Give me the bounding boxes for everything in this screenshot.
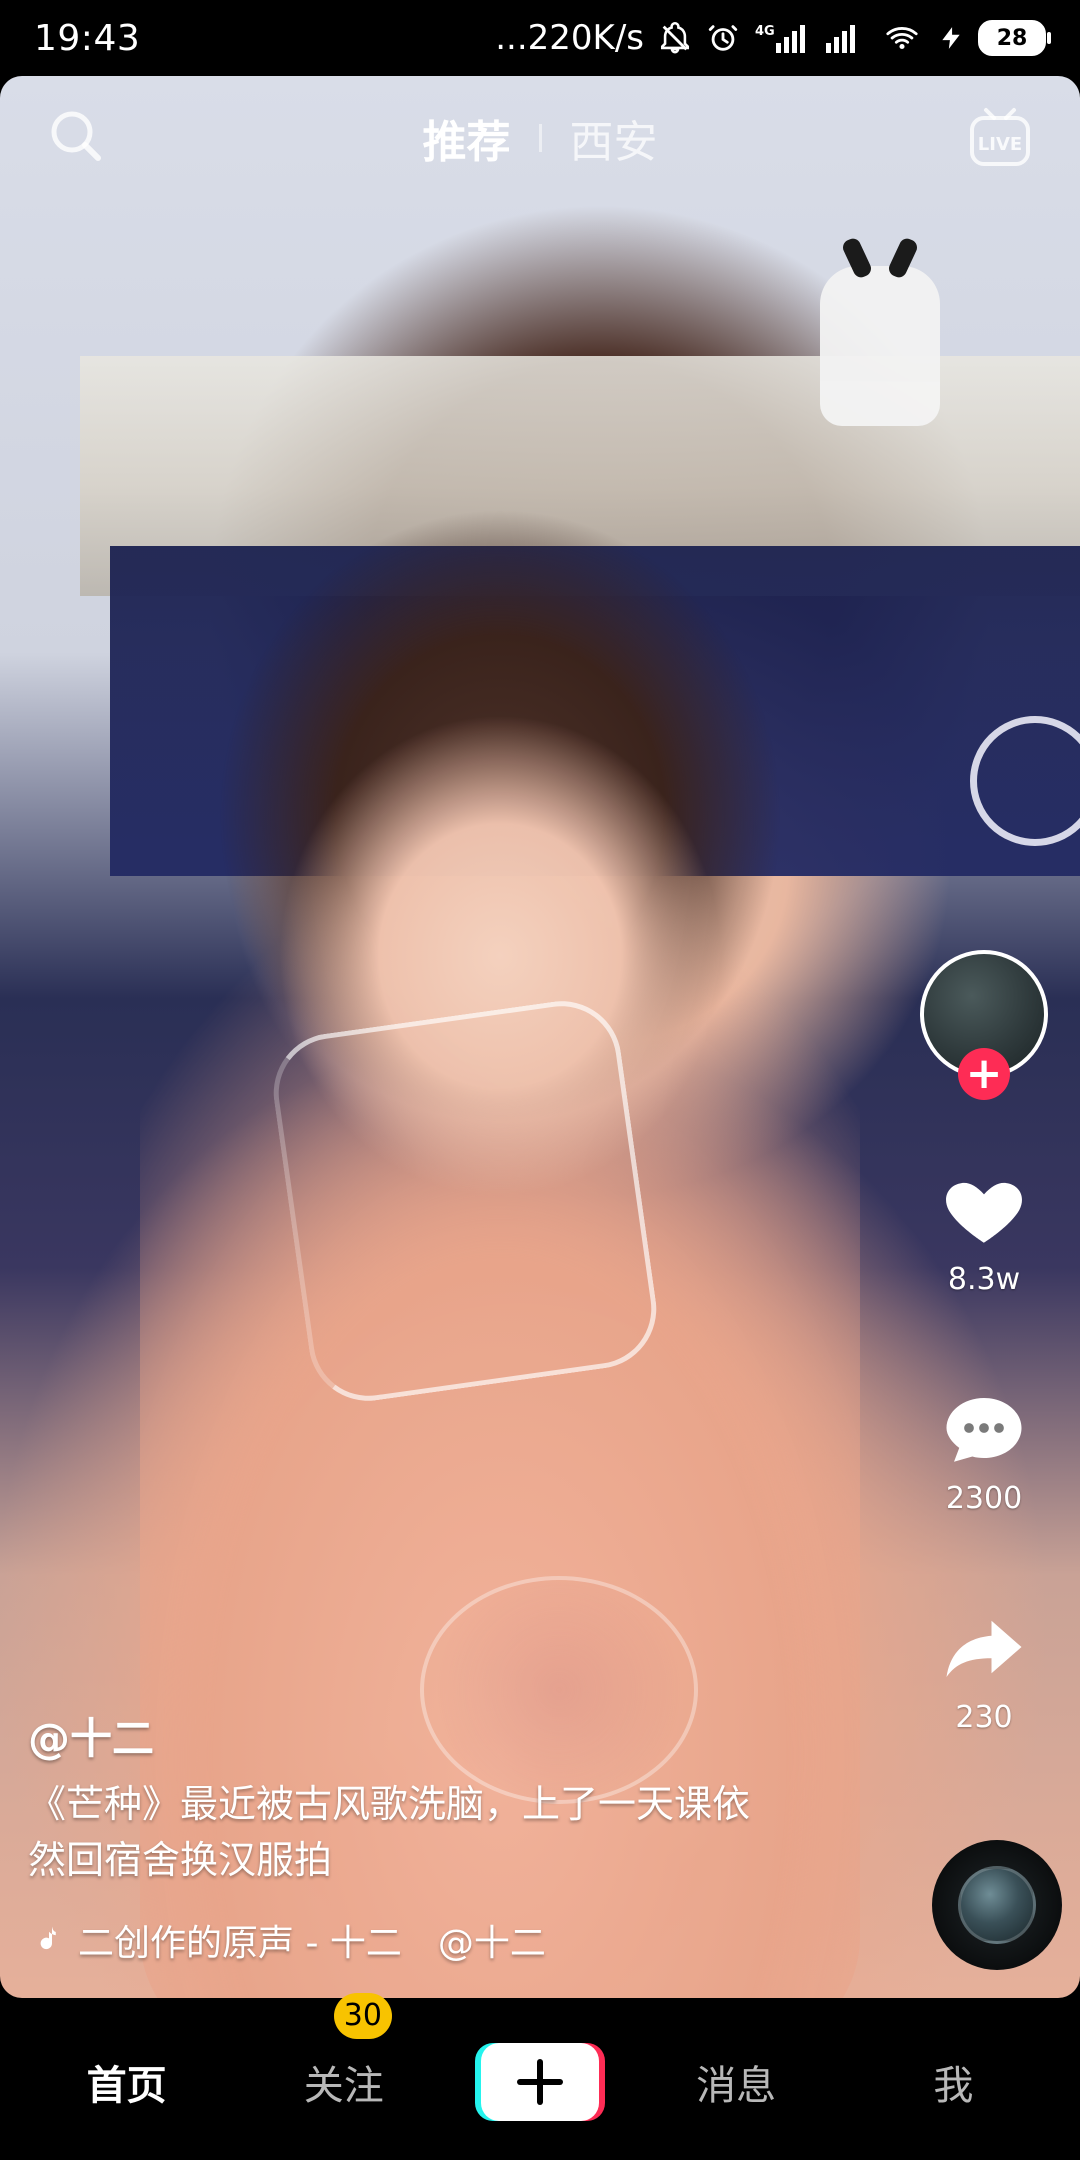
comment-button[interactable]: 2300 <box>934 1383 1034 1516</box>
tab-following-label: 关注 <box>303 2063 384 2109</box>
status-icons: ...220K/s 4G 28 <box>495 18 1051 58</box>
network-speed: ...220K/s <box>495 18 644 58</box>
creator-avatar[interactable]: + <box>920 950 1048 1100</box>
live-icon[interactable]: LIVE <box>964 100 1036 172</box>
video-caption: @十二 《芒种》最近被古风歌洗脑，上了一天课依 然回宿舍换汉服拍 二创作的原声 … <box>28 1705 878 1966</box>
cell-4g-icon: 4G <box>755 24 805 53</box>
comment-icon <box>934 1383 1034 1473</box>
wifi-icon <box>886 27 918 50</box>
action-rail: + 8.3w 2300 230 <box>904 950 1064 1735</box>
like-count: 8.3w <box>947 1262 1021 1297</box>
cell-signal-icon <box>826 25 855 53</box>
tab-recommended[interactable]: 推荐 <box>423 106 511 170</box>
music-title: 二创作的原声 - 十二 @十二 <box>78 1923 546 1964</box>
status-bar: 19:43 ...220K/s 4G 28 <box>0 0 1080 76</box>
comment-count: 2300 <box>945 1481 1023 1516</box>
battery-level: 28 <box>996 25 1028 51</box>
create-button[interactable] <box>480 2043 599 2121</box>
music-row[interactable]: 二创作的原声 - 十二 @十二 <box>28 1914 878 1966</box>
svg-text:4G: 4G <box>755 24 775 39</box>
share-count: 230 <box>955 1700 1013 1735</box>
bottom-tab-bar: 首页 关注 30 消息 我 <box>0 1993 1080 2160</box>
music-note-icon <box>40 1926 56 1950</box>
tab-home[interactable]: 首页 <box>47 2053 207 2111</box>
creator-handle[interactable]: @十二 <box>28 1705 878 1766</box>
battery-icon: 28 <box>978 20 1051 56</box>
heart-icon <box>934 1164 1034 1254</box>
bed-plush <box>820 266 940 426</box>
share-icon <box>934 1602 1034 1692</box>
top-nav: 推荐 西安 LIVE <box>0 76 1080 196</box>
music-disc[interactable] <box>932 1840 1062 1970</box>
following-badge: 30 <box>333 1993 392 2039</box>
douyin-feed-screen: 19:43 ...220K/s 4G 28 推荐 西安 LIVE + 8.3w … <box>0 0 1080 2160</box>
sleeve-embroidery <box>265 993 665 1409</box>
charging-icon <box>942 27 960 49</box>
music-disc-cover <box>958 1866 1036 1944</box>
alarm-icon <box>708 25 738 51</box>
mute-bell-icon <box>660 22 690 54</box>
video-description: 《芒种》最近被古风歌洗脑，上了一天课依 然回宿舍换汉服拍 <box>28 1782 751 1882</box>
tab-following[interactable]: 关注 30 <box>264 1993 424 2111</box>
like-button[interactable]: 8.3w <box>934 1164 1034 1297</box>
status-time: 19:43 <box>34 17 141 59</box>
top-tabs: 推荐 西安 <box>0 106 1080 170</box>
tab-messages[interactable]: 消息 <box>656 2053 816 2111</box>
tab-me[interactable]: 我 <box>873 2053 1033 2111</box>
follow-plus-icon[interactable]: + <box>958 1048 1010 1100</box>
plus-icon <box>516 2059 563 2105</box>
share-button[interactable]: 230 <box>934 1602 1034 1735</box>
svg-text:LIVE: LIVE <box>978 134 1022 155</box>
tab-local-city[interactable]: 西安 <box>570 106 658 170</box>
tab-separator <box>538 124 542 152</box>
